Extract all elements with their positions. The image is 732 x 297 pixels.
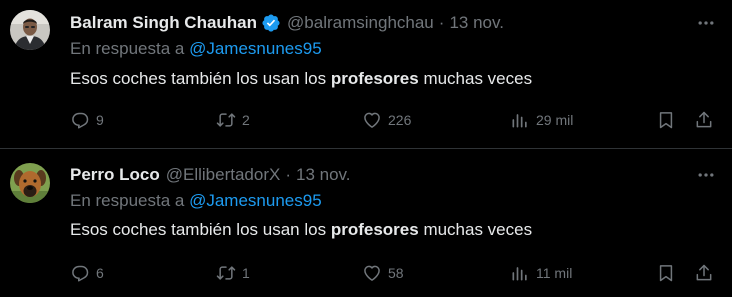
separator-dot: · — [285, 165, 292, 184]
tweet-header: Balram Singh Chauhan @balramsinghchau · … — [70, 12, 504, 34]
reply-icon — [70, 263, 90, 283]
bookmark-button[interactable] — [656, 106, 676, 134]
reply-context: En respuesta a @Jamesnunes95 — [70, 39, 322, 59]
author-name[interactable]: Balram Singh Chauhan — [70, 13, 257, 33]
views-count: 29 mil — [536, 112, 574, 128]
tweet-text-end: muchas veces — [423, 220, 533, 239]
retweet-button[interactable]: 1 — [216, 259, 250, 287]
tweet-date[interactable]: 13 nov. — [296, 165, 351, 185]
heart-icon — [362, 263, 382, 283]
bookmark-icon — [656, 110, 676, 130]
tweet-text-bold: profesores — [330, 220, 419, 239]
tweet-card[interactable]: Balram Singh Chauhan @balramsinghchau · … — [0, 0, 732, 148]
tweet-text-start: Esos coches también los usan los — [70, 69, 327, 88]
separator-dot: · — [438, 13, 445, 32]
author-name[interactable]: Perro Loco — [70, 165, 160, 185]
reply-count: 9 — [96, 112, 104, 128]
retweet-button[interactable]: 2 — [216, 106, 250, 134]
author-handle[interactable]: @balramsinghchau — [287, 13, 434, 33]
retweet-icon — [216, 263, 236, 283]
retweet-icon — [216, 110, 236, 130]
tweet-text: Esos coches también los usan los profeso… — [70, 220, 532, 240]
share-icon — [694, 110, 714, 130]
tweet-date[interactable]: 13 nov. — [449, 13, 504, 33]
like-button[interactable]: 226 — [362, 106, 411, 134]
views-count: 11 mil — [536, 265, 573, 281]
like-count: 226 — [388, 112, 412, 128]
reply-prefix: En respuesta a — [70, 191, 185, 210]
tweet-text: Esos coches también los usan los profeso… — [70, 69, 532, 89]
reply-mention-link[interactable]: @Jamesnunes95 — [189, 39, 322, 58]
avatar[interactable] — [10, 163, 50, 203]
reply-prefix: En respuesta a — [70, 39, 185, 58]
retweet-count: 2 — [242, 112, 250, 128]
tweet-card[interactable]: Perro Loco @EllibertadorX · 13 nov. En r… — [0, 149, 732, 297]
views-button[interactable]: 11 mil — [510, 259, 572, 287]
reply-button[interactable]: 9 — [70, 106, 104, 134]
verified-badge-icon[interactable] — [261, 13, 281, 33]
retweet-count: 1 — [242, 265, 250, 281]
share-icon — [694, 263, 714, 283]
tweet-actions: 6 1 58 11 mil — [0, 259, 732, 287]
like-count: 58 — [388, 265, 404, 281]
reply-icon — [70, 110, 90, 130]
reply-context: En respuesta a @Jamesnunes95 — [70, 191, 322, 211]
reply-mention-link[interactable]: @Jamesnunes95 — [189, 191, 322, 210]
like-button[interactable]: 58 — [362, 259, 404, 287]
tweet-text-start: Esos coches también los usan los — [70, 220, 327, 239]
reply-button[interactable]: 6 — [70, 259, 104, 287]
views-icon — [510, 263, 530, 283]
tweet-text-end: muchas veces — [423, 69, 533, 88]
bookmark-icon — [656, 263, 676, 283]
more-icon[interactable] — [694, 165, 718, 185]
avatar[interactable] — [10, 10, 50, 50]
reply-count: 6 — [96, 265, 104, 281]
share-button[interactable] — [694, 259, 714, 287]
author-handle[interactable]: @EllibertadorX — [166, 165, 281, 185]
heart-icon — [362, 110, 382, 130]
views-icon — [510, 110, 530, 130]
bookmark-button[interactable] — [656, 259, 676, 287]
tweet-text-bold: profesores — [330, 69, 419, 88]
tweet-header: Perro Loco @EllibertadorX · 13 nov. — [70, 164, 351, 186]
share-button[interactable] — [694, 106, 714, 134]
tweet-actions: 9 2 226 29 mil — [0, 106, 732, 134]
views-button[interactable]: 29 mil — [510, 106, 573, 134]
more-icon[interactable] — [694, 13, 718, 33]
